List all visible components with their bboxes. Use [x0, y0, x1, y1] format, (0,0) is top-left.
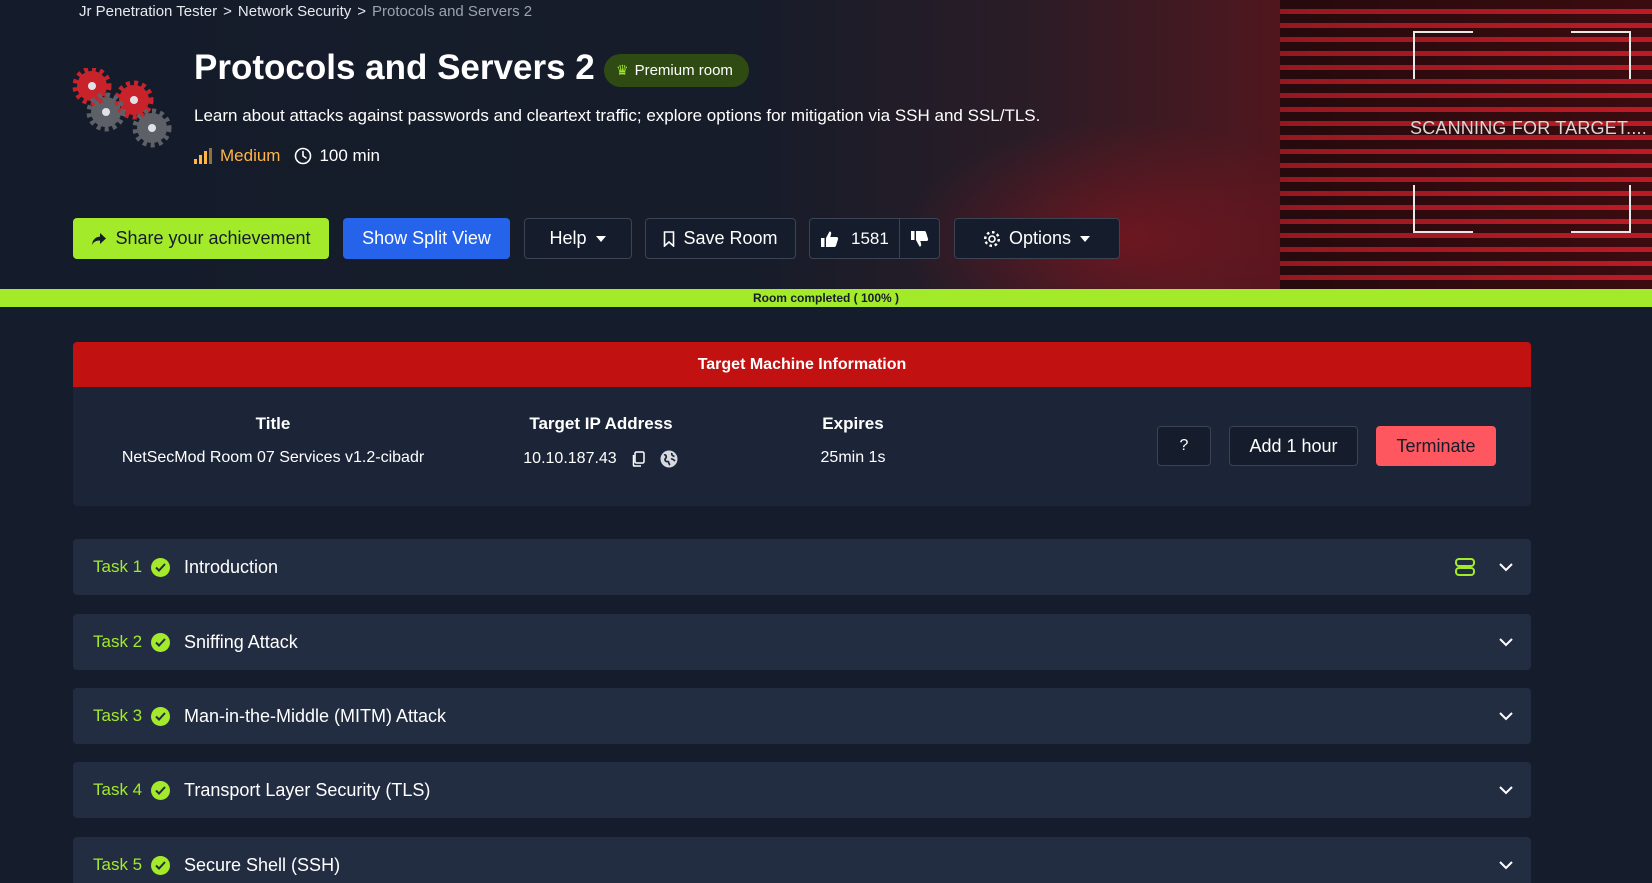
- options-label: Options: [1008, 228, 1072, 248]
- room-description: Learn about attacks against passwords an…: [194, 106, 1041, 125]
- target-ip-heading: Target IP Address: [529, 414, 673, 433]
- help-dropdown-button[interactable]: Help: [524, 218, 632, 259]
- task-title: Transport Layer Security (TLS): [184, 779, 431, 800]
- machine-help-button[interactable]: ?: [1157, 426, 1211, 466]
- thumbs-up-icon: [821, 231, 839, 247]
- target-ip-column: Target IP Address 10.10.187.43: [491, 414, 711, 469]
- clock-icon: [295, 147, 312, 165]
- show-split-view-button[interactable]: Show Split View: [343, 218, 510, 259]
- task-item[interactable]: Task 3 Man-in-the-Middle (MITM) Attack: [73, 688, 1531, 744]
- caret-down-icon: [595, 235, 606, 242]
- terminate-button[interactable]: Terminate: [1376, 426, 1496, 466]
- downvote-button[interactable]: [900, 219, 939, 258]
- task-title: Secure Shell (SSH): [184, 854, 341, 875]
- difficulty-label: Medium: [220, 146, 281, 165]
- target-ip-value: 10.10.187.43: [523, 450, 617, 467]
- server-icon[interactable]: [1455, 558, 1475, 576]
- task-title: Sniffing Attack: [184, 631, 298, 652]
- share-achievement-label: Share your achievement: [115, 228, 311, 248]
- save-room-button[interactable]: Save Room: [645, 218, 796, 259]
- task-item[interactable]: Task 1 Introduction: [73, 539, 1531, 595]
- breadcrumb-separator: >: [357, 3, 367, 20]
- task-item[interactable]: Task 2 Sniffing Attack: [73, 614, 1531, 670]
- gears-room-icon: [72, 68, 172, 148]
- room-progress-bar: Room completed ( 100% ): [0, 289, 1652, 307]
- breadcrumb: Jr Penetration Tester > Network Security…: [79, 3, 532, 20]
- scan-frame-corner: [1571, 185, 1631, 233]
- machine-title-heading: Title: [255, 414, 291, 433]
- task-controls: [1499, 688, 1513, 744]
- scanning-status-text: SCANNING FOR TARGET....: [1410, 118, 1647, 138]
- breadcrumb-item-current: Protocols and Servers 2: [372, 3, 533, 20]
- task-controls: [1499, 837, 1513, 883]
- hero-background-glow: [900, 120, 1280, 290]
- task-item[interactable]: Task 4 Transport Layer Security (TLS): [73, 762, 1531, 818]
- breadcrumb-separator: >: [223, 3, 232, 20]
- target-machine-header: Target Machine Information: [73, 342, 1531, 387]
- thumbs-down-icon: [911, 230, 929, 246]
- check-circle-icon: [151, 632, 170, 652]
- machine-title-column: Title NetSecMod Room 07 Services v1.2-ci…: [103, 414, 443, 467]
- premium-room-badge: ♛ Premium room: [604, 54, 749, 87]
- help-label: Help: [549, 228, 587, 248]
- room-meta: Medium 100 min: [194, 146, 380, 166]
- gear-icon: [983, 230, 1000, 247]
- globe-icon[interactable]: [659, 449, 679, 469]
- chevron-down-icon[interactable]: [1499, 637, 1513, 647]
- task-controls: [1455, 539, 1513, 595]
- task-number: Task 4: [93, 780, 143, 799]
- duration-indicator: 100 min: [294, 146, 380, 166]
- difficulty-indicator: Medium: [194, 146, 280, 166]
- expires-value: 25min 1s: [820, 449, 886, 466]
- scan-frame-corner: [1413, 31, 1473, 79]
- premium-room-label: Premium room: [634, 62, 733, 79]
- chevron-down-icon[interactable]: [1499, 860, 1513, 870]
- breadcrumb-item-module[interactable]: Network Security: [238, 3, 351, 20]
- upvote-button[interactable]: 1581: [810, 219, 900, 258]
- crown-icon: ♛: [616, 62, 629, 78]
- task-number: Task 1: [93, 557, 143, 576]
- task-title: Man-in-the-Middle (MITM) Attack: [184, 705, 447, 726]
- share-arrow-icon: [92, 232, 107, 245]
- scan-frame-corner: [1413, 185, 1473, 233]
- chevron-down-icon[interactable]: [1499, 785, 1513, 795]
- scan-frame-corner: [1571, 31, 1631, 79]
- save-room-label: Save Room: [683, 228, 778, 248]
- difficulty-bars-icon: [194, 148, 212, 164]
- task-item[interactable]: Task 5 Secure Shell (SSH): [73, 837, 1531, 883]
- check-circle-icon: [151, 780, 170, 800]
- share-achievement-button[interactable]: Share your achievement: [73, 218, 329, 259]
- like-count: 1581: [851, 228, 889, 248]
- task-title: Introduction: [184, 556, 279, 577]
- duration-label: 100 min: [319, 146, 380, 165]
- options-dropdown-button[interactable]: Options: [954, 218, 1120, 259]
- room-progress-label: Room completed ( 100% ): [752, 291, 900, 305]
- task-controls: [1499, 762, 1513, 818]
- check-circle-icon: [151, 706, 170, 726]
- task-number: Task 5: [93, 855, 143, 874]
- check-circle-icon: [151, 855, 170, 875]
- room-hero: Jr Penetration Tester > Network Security…: [0, 0, 1652, 290]
- bookmark-icon: [664, 230, 675, 247]
- chevron-down-icon[interactable]: [1499, 711, 1513, 721]
- machine-title-value: NetSecMod Room 07 Services v1.2-cibadr: [121, 449, 425, 466]
- chevron-down-icon[interactable]: [1499, 562, 1513, 572]
- task-number: Task 2: [93, 632, 143, 651]
- check-circle-icon: [151, 557, 170, 577]
- target-machine-card: Target Machine Information Title NetSecM…: [73, 342, 1531, 506]
- vote-group: 1581: [809, 218, 940, 259]
- task-number: Task 3: [93, 706, 143, 725]
- breadcrumb-item-path[interactable]: Jr Penetration Tester: [79, 3, 217, 20]
- expires-column: Expires 25min 1s: [773, 414, 933, 467]
- expires-heading: Expires: [822, 414, 884, 433]
- add-hour-button[interactable]: Add 1 hour: [1229, 426, 1358, 466]
- task-controls: [1499, 614, 1513, 670]
- copy-icon[interactable]: [631, 451, 645, 467]
- room-title: Protocols and Servers 2: [194, 48, 595, 87]
- caret-down-icon: [1080, 235, 1091, 242]
